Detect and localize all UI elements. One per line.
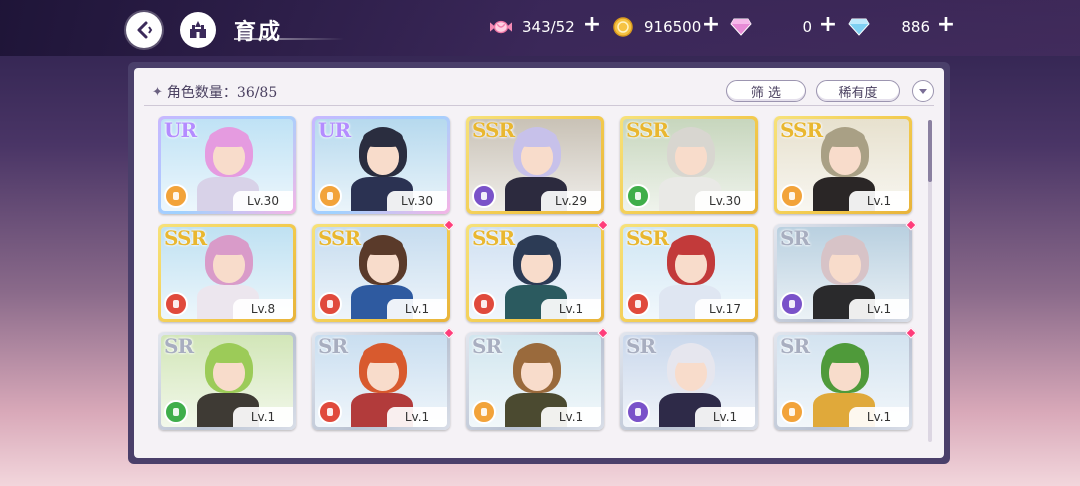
character-card[interactable]: UR Lv.30 [312, 116, 450, 214]
level-label: Lv.1 [233, 407, 293, 427]
home-button[interactable] [180, 12, 216, 48]
character-count-label: 角色数量：36/85 [166, 85, 278, 101]
attribute-icon [626, 184, 650, 208]
character-card[interactable]: SSR Lv.1 [312, 219, 455, 322]
back-arrow-icon [137, 21, 153, 39]
add-candy-button[interactable]: + [582, 12, 602, 37]
attribute-icon [318, 184, 342, 208]
level-label: Lv.1 [849, 407, 909, 427]
rarity-badge: SSR [472, 118, 515, 142]
character-card[interactable]: SR Lv.1 [312, 327, 455, 430]
rarity-badge: SSR [626, 118, 669, 142]
level-label: Lv.1 [387, 299, 447, 319]
character-grid[interactable]: UR Lv.30 UR Lv.30 SSR Lv.29 SSR Lv.30 SSR Lv.1 SSR… [158, 116, 928, 456]
attribute-icon [318, 400, 342, 424]
pink-gem-value: 0 [802, 18, 812, 36]
attribute-icon [318, 292, 342, 316]
filter-button[interactable]: 筛 选 [726, 80, 806, 102]
character-card[interactable]: SSR Lv.1 [466, 219, 609, 322]
add-coin-button[interactable]: + [701, 12, 721, 37]
chevron-down-icon [919, 89, 927, 94]
level-label: Lv.1 [849, 299, 909, 319]
attribute-icon [164, 292, 188, 316]
candy-value: 343/52 [522, 18, 575, 36]
attribute-icon [472, 184, 496, 208]
character-card[interactable]: SR Lv.1 [774, 219, 917, 322]
add-pink-gem-button[interactable]: + [818, 12, 838, 37]
pink-gem-icon [730, 16, 752, 38]
character-card[interactable]: SR Lv.1 [774, 327, 917, 430]
rarity-badge: SSR [318, 226, 361, 250]
candy-icon [490, 16, 512, 38]
grid-scrollbar[interactable] [928, 120, 932, 442]
panel-header: ✦ 角色数量：36/85 筛 选 稀有度 [144, 76, 934, 106]
diamond-icon [848, 16, 870, 38]
character-card[interactable]: SR Lv.1 [466, 327, 609, 430]
level-label: Lv.8 [233, 299, 293, 319]
attribute-icon [626, 400, 650, 424]
attribute-icon [472, 292, 496, 316]
rarity-badge: SSR [472, 226, 515, 250]
rarity-badge: UR [164, 118, 197, 142]
candy-resource: 343/52 [490, 16, 575, 38]
attribute-icon [472, 400, 496, 424]
level-label: Lv.30 [695, 191, 755, 211]
attribute-icon [626, 292, 650, 316]
character-card[interactable]: SSR Lv.29 [466, 116, 604, 214]
coin-resource: 916500 [612, 16, 701, 38]
attribute-icon [780, 184, 804, 208]
character-card[interactable]: UR Lv.30 [158, 116, 296, 214]
rarity-badge: SSR [164, 226, 207, 250]
character-card[interactable]: SR Lv.1 [158, 332, 296, 430]
level-label: Lv.1 [695, 407, 755, 427]
back-button[interactable] [126, 12, 162, 48]
character-card[interactable]: SSR Lv.8 [158, 224, 296, 322]
rarity-badge: SSR [626, 226, 669, 250]
add-diamond-button[interactable]: + [936, 12, 956, 37]
panel-body: ✦ 角色数量：36/85 筛 选 稀有度 UR Lv.30 UR Lv.30 SSR Lv… [134, 68, 944, 458]
level-label: Lv.1 [541, 407, 601, 427]
sort-rarity-button[interactable]: 稀有度 [816, 80, 900, 102]
character-card[interactable]: SSR Lv.17 [620, 224, 758, 322]
level-label: Lv.1 [849, 191, 909, 211]
level-label: Lv.17 [695, 299, 755, 319]
level-label: Lv.30 [233, 191, 293, 211]
coin-value: 916500 [644, 18, 702, 36]
attribute-icon [780, 400, 804, 424]
level-label: Lv.29 [541, 191, 601, 211]
attribute-icon [164, 184, 188, 208]
diamond-resource: 886 [848, 16, 930, 38]
character-card[interactable]: SSR Lv.1 [774, 116, 912, 214]
page-title: 育成 [234, 20, 283, 45]
character-count: ✦ 角色数量：36/85 [152, 82, 277, 102]
rarity-badge: SR [164, 334, 194, 358]
rarity-badge: SR [780, 226, 810, 250]
attribute-icon [780, 292, 804, 316]
title-underline [234, 38, 344, 40]
rarity-badge: SR [318, 334, 348, 358]
rarity-badge: SR [472, 334, 502, 358]
pink-gem-resource: 0 [730, 16, 812, 38]
coin-icon [612, 16, 634, 38]
rarity-badge: SR [780, 334, 810, 358]
level-label: Lv.1 [541, 299, 601, 319]
character-panel: ✦ 角色数量：36/85 筛 选 稀有度 UR Lv.30 UR Lv.30 SSR Lv… [128, 62, 950, 464]
character-card[interactable]: SR Lv.1 [620, 332, 758, 430]
rarity-badge: SR [626, 334, 656, 358]
castle-icon [190, 21, 206, 38]
rarity-badge: UR [318, 118, 351, 142]
scroll-thumb[interactable] [928, 120, 932, 182]
attribute-icon [164, 400, 188, 424]
diamond-value: 886 [901, 18, 930, 36]
level-label: Lv.30 [387, 191, 447, 211]
level-label: Lv.1 [387, 407, 447, 427]
rarity-badge: SSR [780, 118, 823, 142]
sort-order-toggle[interactable] [912, 80, 934, 102]
character-card[interactable]: SSR Lv.30 [620, 116, 758, 214]
sparkle-icon: ✦ [152, 84, 163, 100]
